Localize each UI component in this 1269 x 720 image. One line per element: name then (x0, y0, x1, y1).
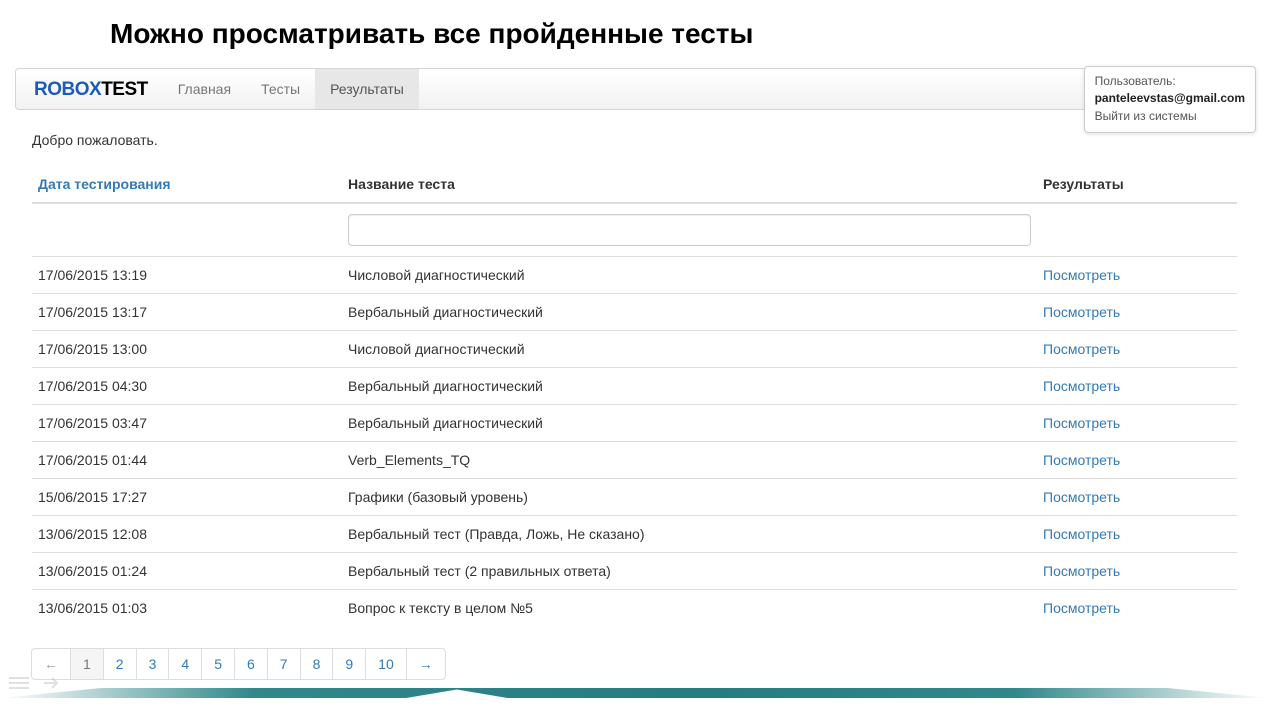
results-table: Дата тестирования Название теста Результ… (32, 166, 1237, 626)
page-7[interactable]: 7 (267, 648, 301, 680)
pagination: ←12345678910→ (32, 648, 1237, 680)
view-link[interactable]: Посмотреть (1043, 489, 1120, 505)
cell-date: 13/06/2015 01:03 (32, 590, 342, 627)
cell-date: 17/06/2015 13:19 (32, 257, 342, 294)
table-row: 17/06/2015 04:30Вербальный диагностическ… (32, 368, 1237, 405)
cell-name: Verb_Elements_TQ (342, 442, 1037, 479)
table-row: 13/06/2015 01:24Вербальный тест (2 прави… (32, 553, 1237, 590)
filter-name-input[interactable] (348, 214, 1031, 246)
page-6[interactable]: 6 (234, 648, 268, 680)
table-row: 17/06/2015 13:19Числовой диагностический… (32, 257, 1237, 294)
page-8[interactable]: 8 (300, 648, 334, 680)
brand-part-2: TEST (101, 79, 148, 100)
cell-date: 13/06/2015 12:08 (32, 516, 342, 553)
nav-item-0[interactable]: Главная (163, 69, 246, 109)
page-3[interactable]: 3 (136, 648, 170, 680)
navbar: ROBOXTEST ГлавнаяТестыРезультаты Пользов… (15, 68, 1254, 110)
cell-date: 13/06/2015 01:24 (32, 553, 342, 590)
page-4[interactable]: 4 (168, 648, 202, 680)
view-link[interactable]: Посмотреть (1043, 526, 1120, 542)
cell-date: 17/06/2015 13:17 (32, 294, 342, 331)
nav-item-1[interactable]: Тесты (246, 69, 315, 109)
cell-name: Вербальный тест (2 правильных ответа) (342, 553, 1037, 590)
user-panel: Пользователь: panteleevstas@gmail.com Вы… (1084, 66, 1256, 133)
brand-part-1: ROBOX (34, 79, 101, 100)
cell-date: 15/06/2015 17:27 (32, 479, 342, 516)
cell-name: Числовой диагностический (342, 257, 1037, 294)
column-header-results: Результаты (1037, 166, 1237, 203)
page-next[interactable]: → (406, 648, 446, 680)
user-email: panteleevstas@gmail.com (1095, 90, 1245, 107)
page-2[interactable]: 2 (103, 648, 137, 680)
cell-name: Графики (базовый уровень) (342, 479, 1037, 516)
cell-name: Вербальный диагностический (342, 294, 1037, 331)
cell-date: 17/06/2015 13:00 (32, 331, 342, 368)
page-5[interactable]: 5 (201, 648, 235, 680)
page-10[interactable]: 10 (365, 648, 407, 680)
cell-name: Вопрос к тексту в целом №5 (342, 590, 1037, 627)
view-link[interactable]: Посмотреть (1043, 304, 1120, 320)
view-link[interactable]: Посмотреть (1043, 563, 1120, 579)
cell-name: Числовой диагностический (342, 331, 1037, 368)
cell-name: Вербальный тест (Правда, Ложь, Не сказан… (342, 516, 1037, 553)
table-row: 17/06/2015 13:00Числовой диагностический… (32, 331, 1237, 368)
menu-lines-icon (8, 674, 30, 692)
table-row: 17/06/2015 13:17Вербальный диагностическ… (32, 294, 1237, 331)
cell-name: Вербальный диагностический (342, 368, 1037, 405)
user-label: Пользователь: (1095, 73, 1245, 90)
cell-name: Вербальный диагностический (342, 405, 1037, 442)
cell-date: 17/06/2015 03:47 (32, 405, 342, 442)
welcome-text: Добро пожаловать. (32, 132, 1237, 148)
page-title: Можно просматривать все пройденные тесты (0, 0, 1269, 68)
column-header-name: Название теста (342, 166, 1037, 203)
view-link[interactable]: Посмотреть (1043, 267, 1120, 283)
page-1[interactable]: 1 (70, 648, 104, 680)
table-row: 13/06/2015 01:03Вопрос к тексту в целом … (32, 590, 1237, 627)
view-link[interactable]: Посмотреть (1043, 600, 1120, 616)
brand-logo[interactable]: ROBOXTEST (16, 69, 163, 109)
arrow-right-icon (42, 674, 64, 692)
footer-stripe (0, 688, 1269, 698)
cell-date: 17/06/2015 04:30 (32, 368, 342, 405)
view-link[interactable]: Посмотреть (1043, 378, 1120, 394)
footer-decor (0, 684, 1269, 698)
table-row: 17/06/2015 01:44Verb_Elements_TQ Посмотре… (32, 442, 1237, 479)
column-header-date[interactable]: Дата тестирования (32, 166, 342, 203)
page-9[interactable]: 9 (332, 648, 366, 680)
table-row: 15/06/2015 17:27Графики (базовый уровень… (32, 479, 1237, 516)
cell-date: 17/06/2015 01:44 (32, 442, 342, 479)
table-row: 17/06/2015 03:47Вербальный диагностическ… (32, 405, 1237, 442)
view-link[interactable]: Посмотреть (1043, 415, 1120, 431)
logout-link[interactable]: Выйти из системы (1095, 108, 1197, 125)
nav-item-2[interactable]: Результаты (315, 69, 419, 109)
view-link[interactable]: Посмотреть (1043, 341, 1120, 357)
nav-items: ГлавнаяТестыРезультаты (163, 69, 419, 109)
table-row: 13/06/2015 12:08Вербальный тест (Правда,… (32, 516, 1237, 553)
view-link[interactable]: Посмотреть (1043, 452, 1120, 468)
